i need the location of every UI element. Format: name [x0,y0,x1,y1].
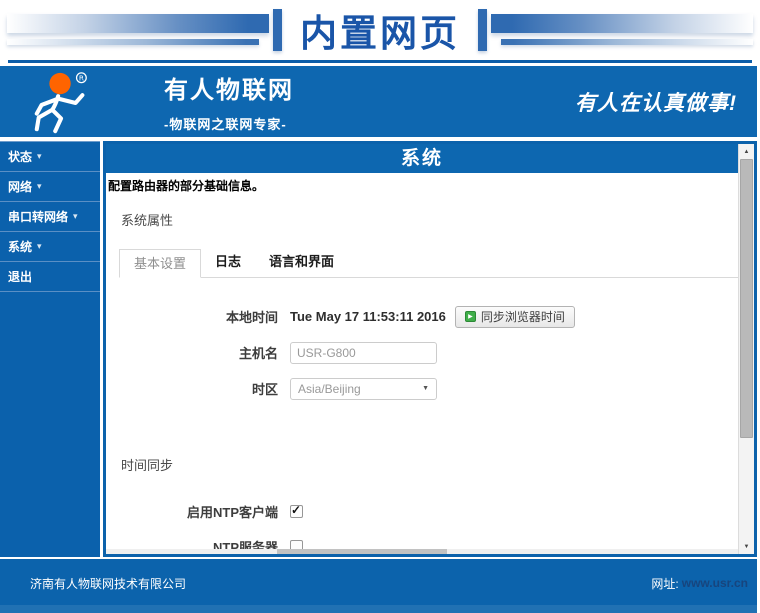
tab-basic-settings[interactable]: 基本设置 [119,249,201,278]
sidebar-item-label: 串口转网络 [8,208,68,225]
sync-browser-time-button[interactable]: ▶ 同步浏览器时间 [455,306,575,328]
banner-cap-right [478,9,487,51]
svg-text:R: R [79,73,84,82]
scroll-down-icon[interactable]: ▼ [739,539,754,554]
sidebar-item-exit[interactable]: 退出 [0,262,100,292]
brand-subtitle: -物联网之联网专家- [164,114,294,133]
content-main: 系统 配置路由器的部分基础信息。 系统属性 基本设置 日志 语言和界面 本地时间… [106,144,738,554]
ntp-client-label: 启用NTP客户端 [106,502,278,521]
tab-log[interactable]: 日志 [201,248,255,277]
banner-divider [8,60,752,63]
vertical-scrollbar-track[interactable] [739,438,754,539]
vertical-scrollbar-thumb[interactable] [740,159,753,438]
banner-cap-left [273,9,282,51]
horizontal-scrollbar-thumb[interactable] [277,549,448,554]
page-title: 系统 [106,144,738,173]
dropdown-arrow-icon: ▼ [422,385,429,392]
usr-logo-icon: R [22,70,102,134]
sidebar-item-label: 网络 [8,178,32,195]
chevron-down-icon: ▾ [37,151,42,162]
footer-company: 济南有人物联网技术有限公司 [30,575,186,592]
app-header: R 有人物联网 -物联网之联网专家- 有人在认真做事! [0,66,757,137]
tab-bar: 基本设置 日志 语言和界面 [119,249,738,278]
sidebar-item-label: 系统 [8,238,32,255]
brand-slogan: 有人在认真做事! [575,87,737,117]
local-time-zone: Tue May 17 11:53:11 2016 ▶ 同步浏览器时间 [290,306,575,328]
banner-bar-right [491,14,753,33]
footer-website-label: 网址: [651,575,678,592]
footer-website: 网址: www.usr.cn [651,575,748,592]
local-time-row: 本地时间 Tue May 17 11:53:11 2016 ▶ 同步浏览器时间 [106,304,738,329]
page-description: 配置路由器的部分基础信息。 [106,173,738,194]
brand-title: 有人物联网 [164,70,294,105]
section-time-sync: 时间同步 [121,455,738,474]
banner-decor-left [7,7,269,53]
sidebar-item-label: 状态 [8,148,32,165]
vertical-scrollbar[interactable]: ▲ ▼ [738,144,754,554]
chevron-down-icon: ▾ [73,211,78,222]
horizontal-scrollbar[interactable] [106,549,738,554]
scroll-up-icon[interactable]: ▲ [739,144,754,159]
hostname-input[interactable] [290,342,437,364]
banner-title: 内置网页 [300,3,460,57]
sidebar-item-label: 退出 [8,268,32,285]
banner-thinbar-right [501,39,753,45]
sidebar-item-network[interactable]: 网络 ▾ [0,172,100,202]
sidebar-item-serial-to-network[interactable]: 串口转网络 ▾ [0,202,100,232]
sidebar-item-status[interactable]: 状态 ▾ [0,142,100,172]
hostname-row: 主机名 [106,340,738,365]
top-banner: 内置网页 [0,0,760,60]
page: 内置网页 R 有人物联网 -物联网之联网专家- 有人在认真做事! 状态 [0,0,760,613]
banner-thinbar-left [7,39,259,45]
section-system-properties: 系统属性 [121,210,738,229]
timezone-select[interactable]: Asia/Beijing ▼ [290,378,437,400]
sync-button-label: 同步浏览器时间 [481,308,565,325]
timezone-row: 时区 Asia/Beijing ▼ [106,376,738,401]
sync-icon: ▶ [465,311,476,322]
sidebar: 状态 ▾ 网络 ▾ 串口转网络 ▾ 系统 ▾ 退出 [0,141,100,557]
main-row: 状态 ▾ 网络 ▾ 串口转网络 ▾ 系统 ▾ 退出 系统 配置路由器的部分基础 [0,141,760,557]
chevron-down-icon: ▾ [37,181,42,192]
local-time-value: Tue May 17 11:53:11 2016 [290,309,446,324]
footer-website-link[interactable]: www.usr.cn [682,576,748,590]
banner-bar-left [7,14,269,33]
timezone-selected-value: Asia/Beijing [298,382,361,396]
sidebar-item-system[interactable]: 系统 ▾ [0,232,100,262]
basic-settings-form: 本地时间 Tue May 17 11:53:11 2016 ▶ 同步浏览器时间 … [106,304,738,401]
hostname-label: 主机名 [106,343,278,362]
timezone-label: 时区 [106,379,278,398]
ntp-client-row: 启用NTP客户端 [106,499,738,523]
tab-language-interface[interactable]: 语言和界面 [255,248,348,277]
ntp-client-checkbox[interactable] [290,505,303,518]
local-time-label: 本地时间 [106,307,278,326]
chevron-down-icon: ▾ [37,241,42,252]
brand-block: 有人物联网 -物联网之联网专家- [164,70,294,133]
banner-decor-right [491,7,753,53]
footer: 济南有人物联网技术有限公司 网址: www.usr.cn [0,559,757,613]
content-panel: 系统 配置路由器的部分基础信息。 系统属性 基本设置 日志 语言和界面 本地时间… [103,141,757,557]
